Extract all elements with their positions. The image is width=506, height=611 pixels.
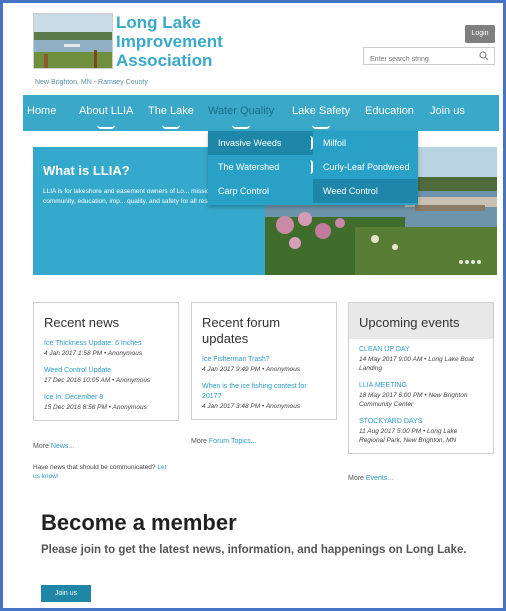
nav-the-lake[interactable]: The Lake	[148, 105, 194, 129]
search-icon[interactable]	[479, 51, 489, 61]
more-news-prefix: More	[33, 443, 49, 450]
news-submit-prompt: Have news that should be communicated? L…	[33, 463, 173, 481]
carousel-dots[interactable]	[457, 251, 481, 269]
member-heading: Become a member	[41, 510, 237, 535]
recent-news-card: Recent news Ice Thickness Update: 6 Inch…	[33, 302, 179, 421]
nav-join-us[interactable]: Join us	[430, 105, 465, 117]
carousel-dot[interactable]	[459, 260, 463, 264]
event-item: STOCKYARD DAYS 11 Aug 2017 5:00 PM • Lon…	[349, 417, 493, 453]
search-input[interactable]	[364, 51, 474, 68]
carousel-dot[interactable]	[477, 260, 481, 264]
carousel-dot[interactable]	[465, 260, 469, 264]
nav-home-label: Home	[27, 105, 57, 117]
nav-underline-decoration	[312, 125, 331, 129]
news-item: Weed Control Update 17 Dec 2016 10:05 AM…	[34, 366, 178, 393]
news-item-meta: 15 Dec 2016 8:56 PM • Anonymous	[44, 404, 147, 411]
dropdown-column-right: Milfoil Curly-Leaf Pondweed Weed Control	[313, 131, 418, 203]
nav-underline-decoration	[97, 125, 116, 129]
dropdown-column-left: Invasive Weeds The Watershed Carp Contro…	[208, 131, 313, 203]
more-forum-prefix: More	[191, 438, 207, 445]
event-item-title[interactable]: STOCKYARD DAYS	[359, 417, 483, 427]
nav-about-llia[interactable]: About LLIA	[79, 105, 134, 129]
news-item-title[interactable]: Ice Thickness Update: 6 Inches	[44, 339, 168, 349]
menu-item-invasive-weeds[interactable]: Invasive Weeds	[208, 131, 313, 155]
event-item-title[interactable]: CLEAN UP DAY	[359, 345, 483, 355]
event-item-meta: 11 Aug 2017 5:00 PM • Long Lake Regional…	[359, 428, 458, 444]
member-text: Please join to get the latest news, info…	[41, 544, 467, 556]
recent-news-heading: Recent news	[44, 315, 120, 330]
event-item: CLEAN UP DAY 14 May 2017 9:00 AM • Long …	[349, 339, 493, 381]
event-item-title[interactable]: LLIA MEETING	[359, 381, 483, 391]
news-item-title[interactable]: Weed Control Update	[44, 366, 168, 376]
news-item: Ice Thickness Update: 6 Inches 4 Jan 201…	[34, 339, 178, 366]
site-title[interactable]: Long Lake Improvement Association	[116, 13, 296, 70]
nav-lake-safety[interactable]: Lake Safety	[292, 105, 351, 129]
main-nav: Home About LLIA The Lake Water Quality L…	[23, 95, 499, 131]
site-title-line3: Association	[116, 51, 213, 70]
more-forum-link[interactable]: Forum Topics...	[209, 438, 257, 445]
water-quality-dropdown: Invasive Weeds The Watershed Carp Contro…	[208, 131, 418, 205]
menu-item-carp-control[interactable]: Carp Control	[208, 179, 313, 203]
forum-item: When is the ice fishing contest for 2017…	[192, 382, 336, 419]
site-subtitle: New Brighton, MN - Ramsey County	[35, 79, 148, 86]
more-news: More News...	[33, 443, 74, 450]
login-button[interactable]: Login	[465, 25, 495, 43]
more-events: More Events...	[348, 475, 393, 482]
forum-updates-heading: Recent forum updates	[202, 315, 281, 346]
more-events-prefix: More	[348, 475, 364, 482]
logo-lake-photo[interactable]	[33, 13, 113, 69]
more-events-link[interactable]: Events...	[366, 475, 393, 482]
site-title-line1: Long Lake	[116, 13, 202, 32]
forum-item-title[interactable]: Ice Fisherman Trash?	[202, 355, 326, 365]
upcoming-events-card: Upcoming events CLEAN UP DAY 14 May 2017…	[348, 302, 494, 454]
nav-education-label: Education	[365, 105, 414, 117]
forum-updates-card: Recent forum updates Ice Fisherman Trash…	[191, 302, 337, 420]
menu-item-milfoil[interactable]: Milfoil	[313, 131, 418, 155]
carousel-dot[interactable]	[471, 260, 475, 264]
join-us-button[interactable]: Join us	[41, 585, 91, 602]
menu-item-the-watershed[interactable]: The Watershed	[208, 155, 313, 179]
nav-about-llia-label: About LLIA	[79, 105, 134, 117]
nav-home[interactable]: Home	[27, 105, 56, 117]
hero-title: What is LLIA?	[43, 163, 130, 178]
news-submit-text: Have news that should be communicated?	[33, 464, 156, 471]
nav-join-us-label: Join us	[430, 105, 465, 117]
more-forum: More Forum Topics...	[191, 438, 257, 445]
nav-education[interactable]: Education	[365, 105, 414, 117]
search-box	[363, 47, 495, 68]
forum-item: Ice Fisherman Trash? 4 Jan 2017 9:49 PM …	[192, 355, 336, 382]
news-item-meta: 17 Dec 2016 10:05 AM • Anonymous	[44, 377, 151, 384]
upcoming-events-heading: Upcoming events	[349, 303, 493, 339]
event-item: LLIA MEETING 18 May 2017 6:00 PM • New B…	[349, 381, 493, 417]
nav-underline-decoration	[232, 125, 251, 129]
news-item-title[interactable]: Ice In: December 8	[44, 393, 168, 403]
nav-underline-decoration	[161, 125, 180, 129]
more-news-link[interactable]: News...	[51, 443, 74, 450]
nav-lake-safety-label: Lake Safety	[292, 105, 351, 117]
news-item: Ice In: December 8 15 Dec 2016 8:56 PM •…	[34, 393, 178, 420]
event-item-meta: 14 May 2017 9:00 AM • Long Lake Boat Lan…	[359, 356, 474, 372]
forum-item-meta: 4 Jan 2017 3:48 PM • Anonymous	[202, 403, 301, 410]
page: Long Lake Improvement Association New Br…	[23, 5, 499, 605]
menu-item-weed-control[interactable]: Weed Control	[313, 179, 418, 203]
forum-item-title[interactable]: When is the ice fishing contest for 2017…	[202, 382, 326, 402]
nav-water-quality[interactable]: Water Quality	[208, 105, 275, 129]
nav-water-quality-label: Water Quality	[208, 105, 275, 117]
nav-the-lake-label: The Lake	[148, 105, 194, 117]
forum-item-meta: 4 Jan 2017 9:49 PM • Anonymous	[202, 366, 301, 373]
news-item-meta: 4 Jan 2017 1:58 PM • Anonymous	[44, 350, 143, 357]
event-item-meta: 18 May 2017 6:00 PM • New Brighton Commu…	[359, 392, 468, 408]
site-title-line2: Improvement	[116, 32, 223, 51]
menu-item-curly-leaf-pondweed[interactable]: Curly-Leaf Pondweed	[313, 155, 418, 179]
